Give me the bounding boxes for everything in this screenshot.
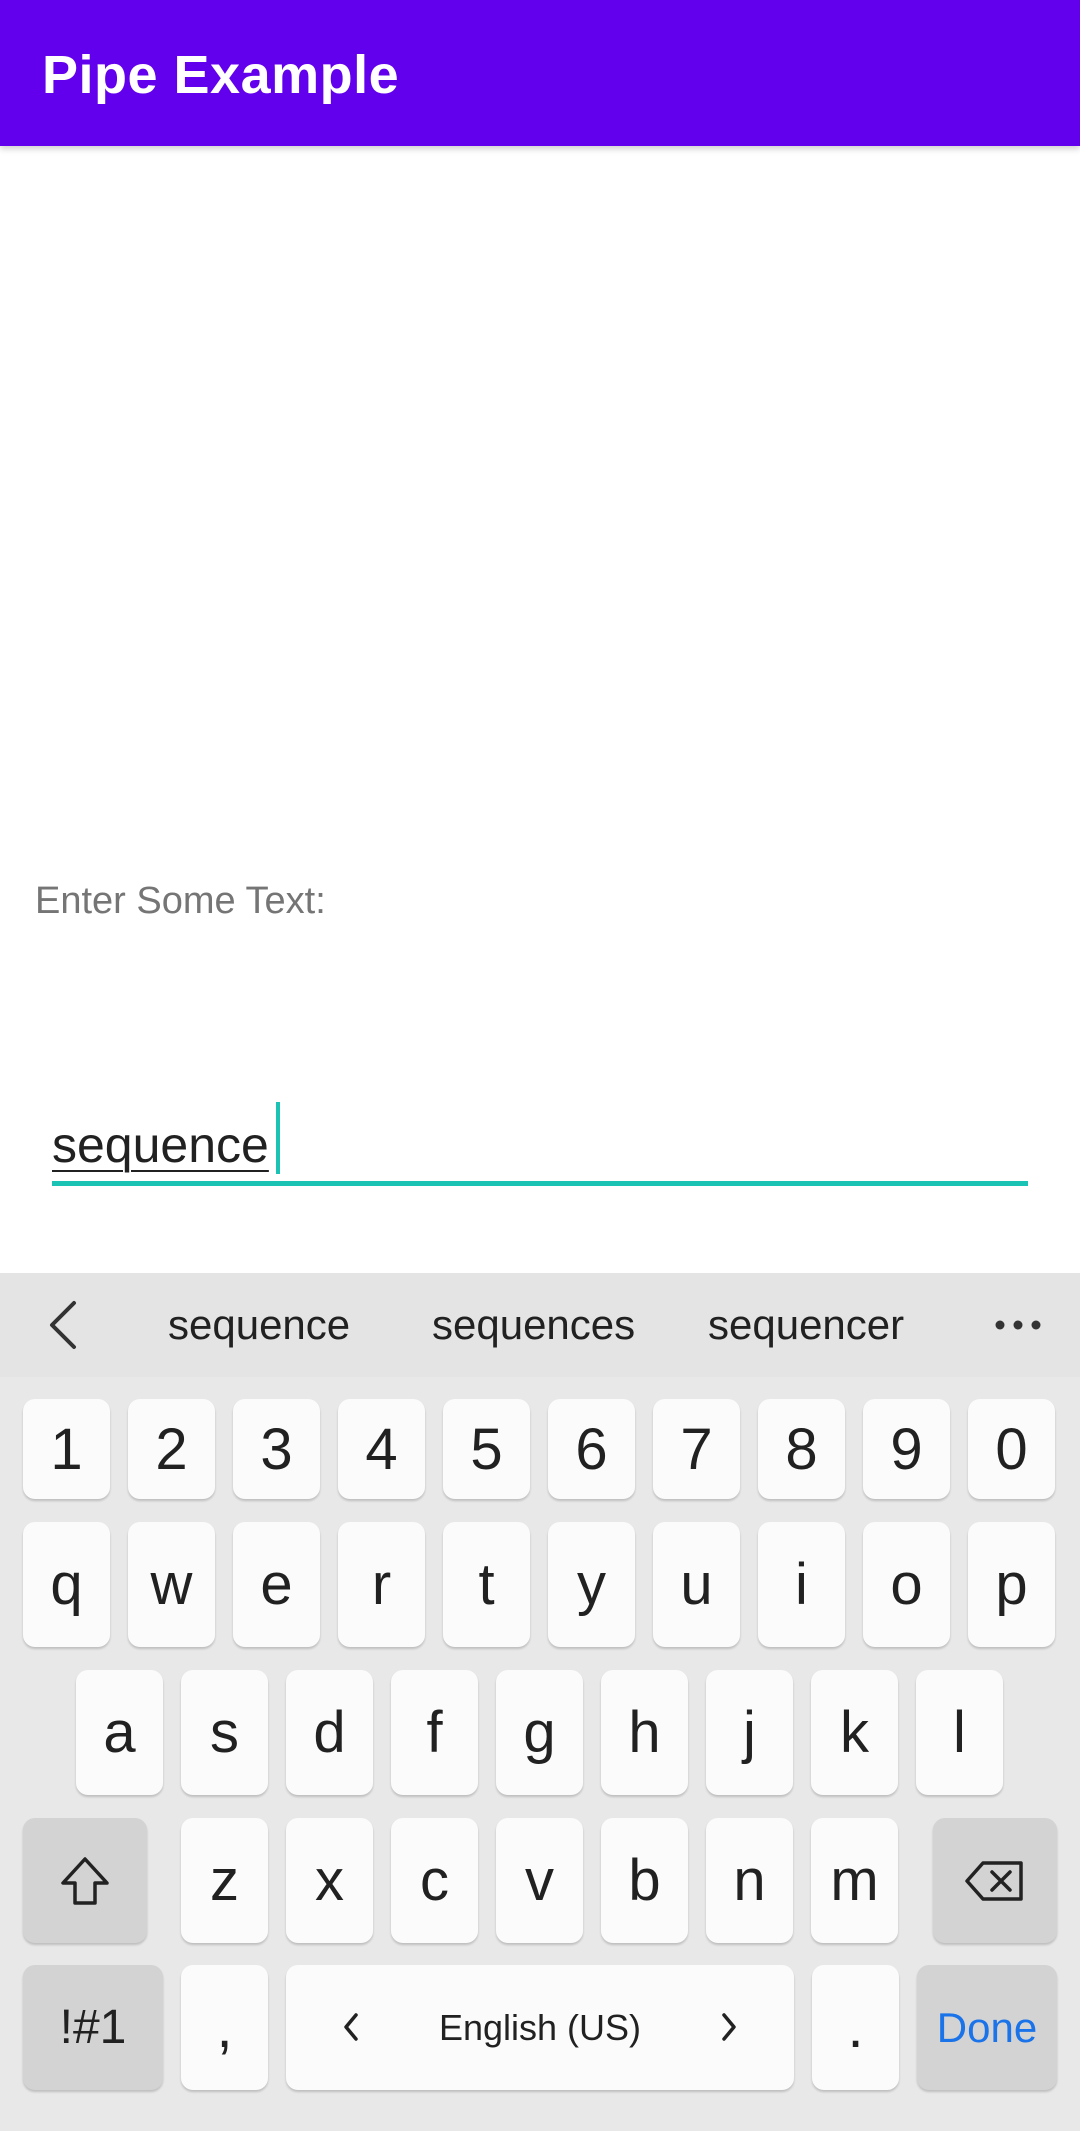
input-underline	[52, 1181, 1028, 1186]
key-m[interactable]: m	[811, 1818, 898, 1943]
key-l[interactable]: l	[916, 1670, 1003, 1795]
key-h[interactable]: h	[601, 1670, 688, 1795]
key-x[interactable]: x	[286, 1818, 373, 1943]
key-g[interactable]: g	[496, 1670, 583, 1795]
app-bar: Pipe Example	[0, 0, 1080, 146]
key-a[interactable]: a	[76, 1670, 163, 1795]
chevron-left-icon	[338, 2009, 366, 2045]
text-input-value[interactable]: sequence	[52, 1116, 269, 1174]
key-n[interactable]: n	[706, 1818, 793, 1943]
key-j[interactable]: j	[706, 1670, 793, 1795]
key-k[interactable]: k	[811, 1670, 898, 1795]
chevron-left-icon[interactable]	[38, 1297, 94, 1353]
more-horizontal-icon[interactable]	[990, 1297, 1046, 1353]
key-t[interactable]: t	[443, 1522, 530, 1647]
key-3[interactable]: 3	[233, 1399, 320, 1499]
suggestion-2[interactable]: sequences	[432, 1301, 635, 1349]
soft-keyboard: sequence sequences sequencer 1234567890 …	[0, 1273, 1080, 2131]
key-w[interactable]: w	[128, 1522, 215, 1647]
key-f[interactable]: f	[391, 1670, 478, 1795]
key-7[interactable]: 7	[653, 1399, 740, 1499]
key-p[interactable]: p	[968, 1522, 1055, 1647]
key-o[interactable]: o	[863, 1522, 950, 1647]
shift-key[interactable]	[23, 1818, 147, 1943]
key-1[interactable]: 1	[23, 1399, 110, 1499]
key-0[interactable]: 0	[968, 1399, 1055, 1499]
key-r[interactable]: r	[338, 1522, 425, 1647]
key-y[interactable]: y	[548, 1522, 635, 1647]
key-b[interactable]: b	[601, 1818, 688, 1943]
backspace-icon	[963, 1857, 1027, 1905]
key-i[interactable]: i	[758, 1522, 845, 1647]
key-q[interactable]: q	[23, 1522, 110, 1647]
key-v[interactable]: v	[496, 1818, 583, 1943]
key-e[interactable]: e	[233, 1522, 320, 1647]
app-title: Pipe Example	[42, 45, 400, 105]
chevron-right-icon	[714, 2009, 742, 2045]
shift-icon	[57, 1853, 113, 1909]
backspace-key[interactable]	[933, 1818, 1057, 1943]
comma-key[interactable]: ,	[181, 1965, 268, 2090]
key-2[interactable]: 2	[128, 1399, 215, 1499]
text-input-field[interactable]: sequence	[52, 1090, 1028, 1186]
key-6[interactable]: 6	[548, 1399, 635, 1499]
key-4[interactable]: 4	[338, 1399, 425, 1499]
period-key[interactable]: .	[812, 1965, 899, 2090]
key-c[interactable]: c	[391, 1818, 478, 1943]
text-cursor	[276, 1102, 280, 1174]
language-label: English (US)	[438, 2006, 642, 2048]
key-d[interactable]: d	[286, 1670, 373, 1795]
key-z[interactable]: z	[181, 1818, 268, 1943]
key-s[interactable]: s	[181, 1670, 268, 1795]
suggestion-3[interactable]: sequencer	[708, 1301, 904, 1349]
key-9[interactable]: 9	[863, 1399, 950, 1499]
key-u[interactable]: u	[653, 1522, 740, 1647]
symbols-key[interactable]: !#1	[23, 1965, 163, 2090]
suggestion-bar: sequence sequences sequencer	[0, 1273, 1080, 1377]
done-key[interactable]: Done	[917, 1965, 1057, 2090]
suggestion-1[interactable]: sequence	[168, 1301, 350, 1349]
prompt-label: Enter Some Text:	[35, 880, 326, 922]
key-8[interactable]: 8	[758, 1399, 845, 1499]
space-key[interactable]: English (US)	[286, 1965, 794, 2090]
key-5[interactable]: 5	[443, 1399, 530, 1499]
